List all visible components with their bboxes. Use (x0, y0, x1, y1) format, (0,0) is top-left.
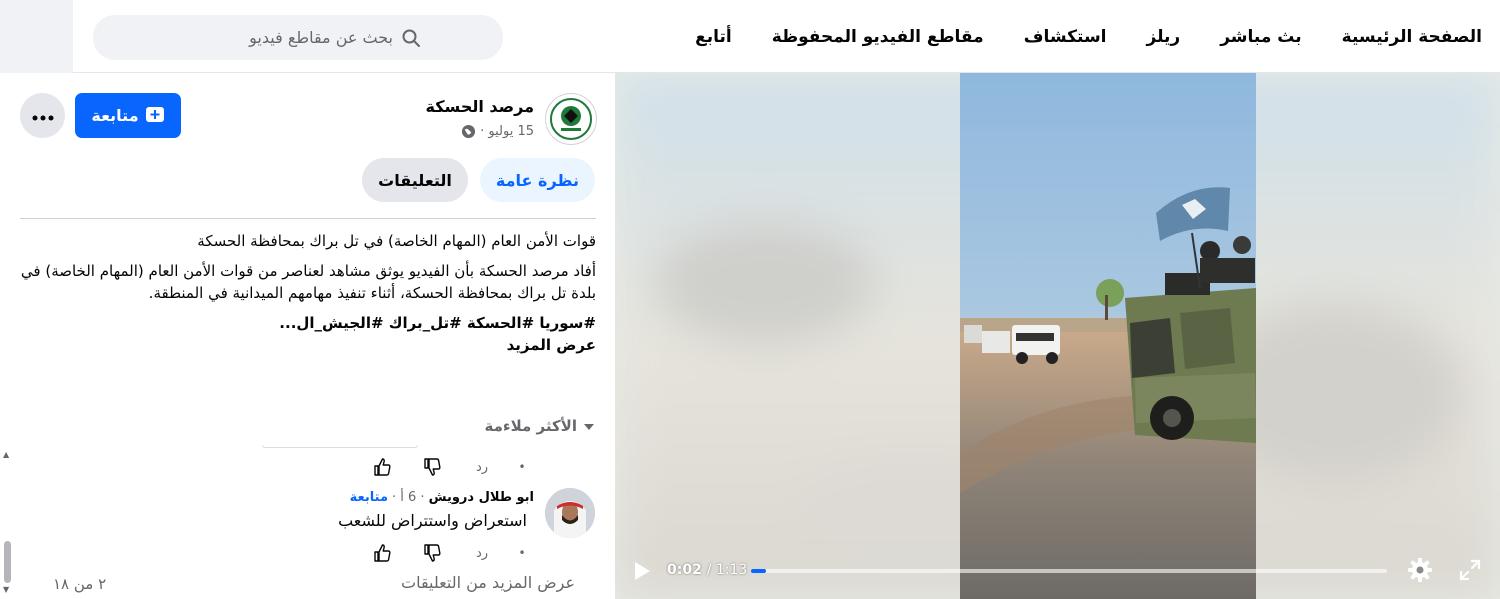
total-time: / 1:13 (706, 562, 748, 578)
gear-icon (1408, 558, 1432, 582)
video-player[interactable]: 0:02 / 1:13 (615, 73, 1500, 599)
video-nav: الصفحة الرئيسية بث مباشر ريلز استكشاف مق… (675, 0, 1482, 73)
nav-explore[interactable]: استكشاف (1004, 0, 1127, 73)
progress-fill (751, 569, 767, 573)
page-avatar[interactable] (545, 93, 597, 145)
thumbs-down-icon (424, 458, 441, 476)
post-title: قوات الأمن العام (المهام الخاصة) في تل ب… (197, 232, 596, 250)
actions-dot: • (518, 546, 526, 560)
more-dots-icon (32, 106, 54, 125)
top-bar: الصفحة الرئيسية بث مباشر ريلز استكشاف مق… (0, 0, 1500, 73)
reply-button[interactable]: رد (457, 542, 507, 564)
current-time: 0:02 (667, 562, 702, 578)
post-description: قوات الأمن العام (المهام الخاصة) في تل ب… (20, 230, 596, 364)
nav-following[interactable]: أتابع (675, 0, 752, 73)
follow-label: متابعة (91, 106, 139, 125)
like-button[interactable] (357, 542, 407, 564)
comment-sort-dropdown[interactable]: الأكثر ملاءمة (485, 417, 595, 435)
search-input[interactable] (93, 28, 393, 47)
thumbs-up-icon (374, 544, 391, 562)
more-options-button[interactable] (20, 93, 65, 138)
post-body: أفاد مرصد الحسكة بأن الفيديو يوثق مشاهد … (20, 262, 596, 302)
video-time: 0:02 / 1:13 (667, 562, 747, 578)
nav-home[interactable]: الصفحة الرئيسية (1322, 0, 1482, 73)
dislike-button[interactable] (407, 456, 457, 478)
scroll-up-arrow-icon[interactable]: ▲ (3, 450, 13, 460)
comment-count: ٢ من ١٨ (53, 575, 107, 593)
thumbs-down-icon (424, 544, 441, 562)
post-date-row: 15 يوليو · (461, 124, 534, 139)
reply-button[interactable]: رد (457, 456, 507, 478)
video-controls: 0:02 / 1:13 (615, 543, 1500, 599)
post-tabs: نظرة عامة التعليقات (362, 158, 595, 202)
video-frame (960, 73, 1256, 599)
add-page-icon (145, 104, 165, 128)
scroll-down-arrow-icon[interactable]: ▼ (3, 585, 13, 595)
fullscreen-button[interactable] (1459, 559, 1481, 581)
commenter-avatar[interactable] (545, 488, 595, 538)
comment-meta: · 6 أ · (392, 490, 425, 505)
globe-icon (461, 124, 476, 139)
video-search-box[interactable] (93, 15, 503, 60)
search-icon (399, 26, 423, 50)
thumbs-up-icon (374, 458, 391, 476)
play-icon (635, 562, 650, 580)
previous-comment-edge (262, 445, 418, 448)
tab-overview[interactable]: نظرة عامة (479, 158, 595, 202)
post-panel: مرصد الحسكة 15 يوليو · متابعة نظرة عامة … (0, 73, 615, 599)
progress-bar[interactable] (751, 569, 1387, 573)
play-button[interactable] (631, 560, 653, 582)
like-button[interactable] (357, 456, 407, 478)
tab-comments[interactable]: التعليقات (362, 158, 468, 202)
page-name[interactable]: مرصد الحسكة (426, 97, 534, 116)
comment-header: ابو طلال درويش · 6 أ · متابعة (350, 490, 534, 505)
expand-icon (1459, 559, 1481, 581)
view-more-comments-link[interactable]: عرض المزيد من التعليقات (401, 573, 575, 592)
see-more-link[interactable]: عرض المزيد (20, 334, 596, 356)
comment-actions-prev: رد • (357, 456, 537, 478)
post-date[interactable]: 15 يوليو · (480, 124, 534, 139)
comment-author[interactable]: ابو طلال درويش (429, 490, 534, 505)
divider (20, 218, 596, 219)
actions-dot: • (518, 460, 526, 474)
comment-text: استعراض واستتراض للشعب (338, 511, 527, 530)
post-hashtags[interactable]: #سوريا #الحسكة #تل_براك #الجيش_ال... (20, 312, 596, 334)
nav-saved-videos[interactable]: مقاطع الفيديو المحفوظة (752, 0, 1004, 73)
scrollbar-thumb[interactable] (4, 541, 11, 583)
caret-down-icon (583, 417, 595, 435)
top-bar-corner (0, 0, 73, 73)
dislike-button[interactable] (407, 542, 457, 564)
comment-actions: رد • (357, 542, 537, 564)
nav-live[interactable]: بث مباشر (1200, 0, 1321, 73)
settings-button[interactable] (1407, 557, 1433, 583)
comment-follow-link[interactable]: متابعة (350, 490, 388, 505)
nav-reels[interactable]: ريلز (1127, 0, 1201, 73)
follow-button[interactable]: متابعة (75, 93, 181, 138)
sort-label: الأكثر ملاءمة (484, 417, 577, 435)
